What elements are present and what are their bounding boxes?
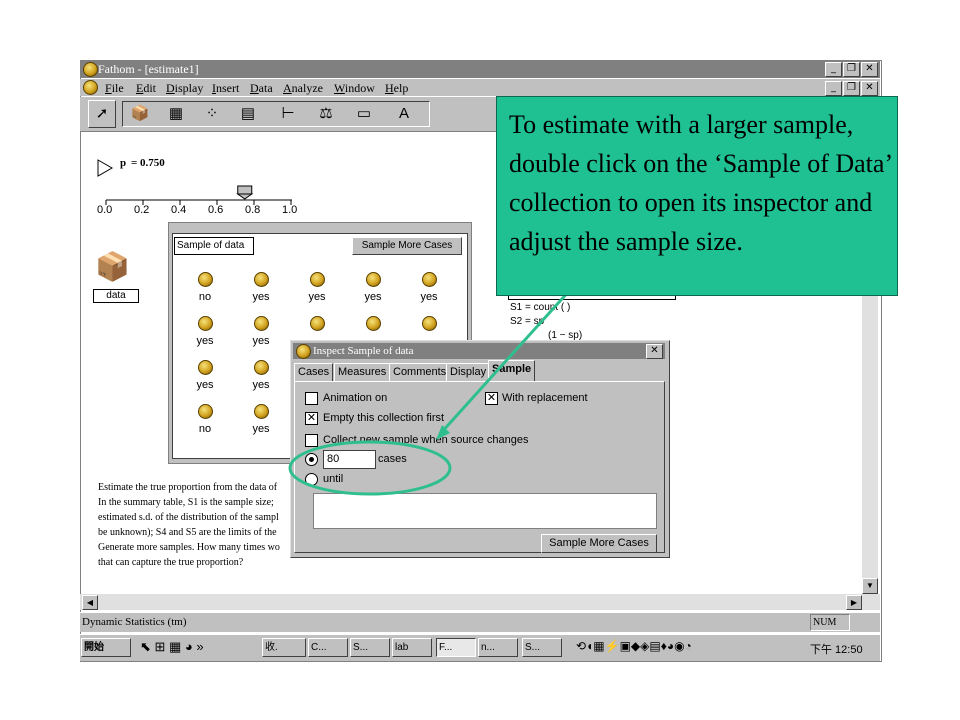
- instruction-callout: To estimate with a larger sample, double…: [496, 96, 898, 296]
- taskbar-item[interactable]: C...: [308, 638, 348, 657]
- start-button[interactable]: 開始: [81, 638, 131, 657]
- taskbar-item[interactable]: S...: [350, 638, 390, 657]
- scroll-right-button[interactable]: ▶: [846, 595, 862, 610]
- status-bar: Dynamic Statistics (tm) NUM: [80, 612, 880, 632]
- scroll-left-button[interactable]: ◀: [82, 595, 98, 610]
- status-text: Dynamic Statistics (tm): [82, 616, 187, 628]
- highlight-ellipse: [288, 440, 452, 496]
- quick-launch-icons[interactable]: ⬉ ⊞ ▦ ◕ »: [140, 639, 204, 655]
- scroll-down-button[interactable]: ▼: [862, 578, 878, 594]
- taskbar-item[interactable]: 收.: [262, 638, 306, 657]
- horizontal-scrollbar[interactable]: [80, 594, 880, 610]
- taskbar: 開始 ⬉ ⊞ ▦ ◕ » 收. C... S... lab F... n... …: [80, 634, 880, 661]
- vertical-scrollbar[interactable]: [862, 296, 878, 596]
- pointer-arrow-line: [438, 288, 572, 436]
- num-lock-indicator: NUM: [810, 614, 850, 631]
- system-tray-icons[interactable]: ⟲◖▦⚡▣◆◈▤♦◕◉◔: [576, 639, 692, 653]
- taskbar-item[interactable]: n...: [478, 638, 518, 657]
- taskbar-item[interactable]: S...: [522, 638, 562, 657]
- clock: 下午 12:50: [810, 644, 863, 656]
- taskbar-item-active[interactable]: F...: [436, 638, 476, 657]
- taskbar-item[interactable]: lab: [392, 638, 432, 657]
